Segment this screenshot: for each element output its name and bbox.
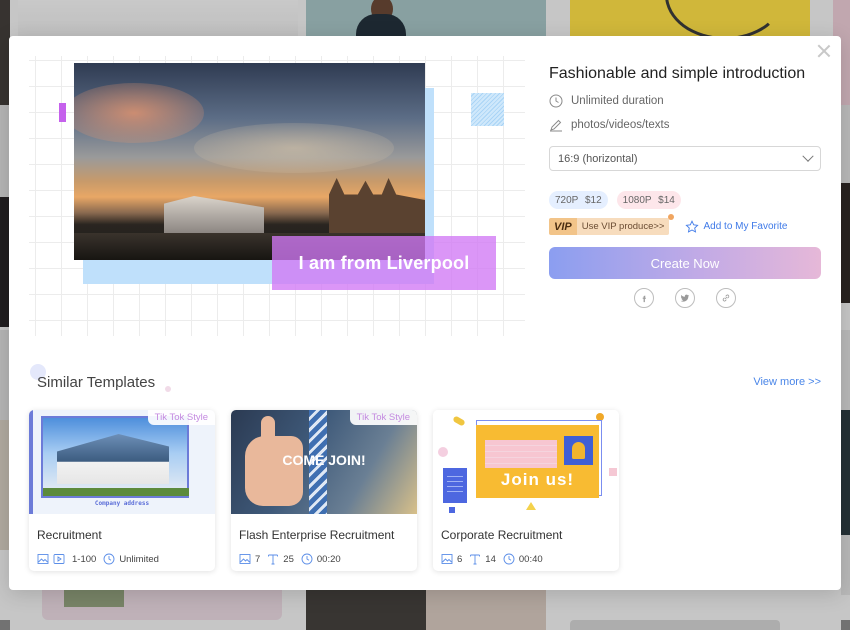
template-thumbnail: Company address Tik Tok Style <box>29 410 215 514</box>
template-preview[interactable]: I am from Liverpool <box>29 56 525 336</box>
thumbnail-text: Join us! <box>500 470 575 489</box>
preview-caption-box: I am from Liverpool <box>272 236 496 290</box>
aspect-ratio-value: 16:9 (horizontal) <box>558 152 638 165</box>
template-meta: 1-100 Unlimited <box>37 553 215 565</box>
chevron-down-icon <box>802 150 814 162</box>
template-meta-value: 00:40 <box>518 553 543 565</box>
style-tag: Tik Tok Style <box>147 410 215 425</box>
vip-produce-label: Use VIP produce>> <box>576 218 670 235</box>
star-icon <box>685 219 700 234</box>
template-meta-value: 1-100 <box>72 553 97 565</box>
image-icon <box>37 553 49 565</box>
similar-templates-heading: Similar Templates <box>37 374 156 391</box>
video-icon <box>53 553 65 565</box>
template-card[interactable]: Company address Tik Tok Style Recruitmen… <box>29 410 215 571</box>
decorative-dot <box>165 386 171 392</box>
template-meta: 6 14 00:40 <box>441 553 619 565</box>
template-detail-modal: I am from Liverpool Fashionable and simp… <box>9 36 841 590</box>
price-tag-720p[interactable]: 720P $12 <box>549 191 608 209</box>
template-title: Fashionable and simple introduction <box>549 65 806 82</box>
template-card[interactable]: COME JOIN! Tik Tok Style Flash Enterpris… <box>231 410 417 571</box>
twitter-icon[interactable] <box>675 288 695 308</box>
style-tag: Tik Tok Style <box>349 410 417 425</box>
template-card[interactable]: Join us! Corporate Recruitment 6 14 00:4… <box>433 410 619 571</box>
share-buttons <box>549 288 821 308</box>
content-type-text: photos/videos/texts <box>571 119 670 131</box>
text-icon <box>469 553 481 565</box>
similar-templates-list: Company address Tik Tok Style Recruitmen… <box>29 410 619 571</box>
image-icon <box>441 553 453 565</box>
template-name: Recruitment <box>37 528 102 542</box>
template-meta-value: 7 <box>255 553 261 565</box>
close-icon[interactable] <box>815 42 833 60</box>
add-to-favorite-button[interactable]: Add to My Favorite <box>685 219 788 234</box>
text-icon <box>267 553 279 565</box>
vip-dot-icon <box>668 214 675 220</box>
vip-produce-button[interactable]: VIP Use VIP produce>> <box>549 214 675 235</box>
template-meta-value: 25 <box>283 553 294 565</box>
vip-row: VIP Use VIP produce>> Add to My Favorite <box>549 214 821 235</box>
aspect-ratio-select[interactable]: 16:9 (horizontal) <box>549 146 821 171</box>
template-meta-value: 14 <box>485 553 496 565</box>
pencil-icon <box>549 118 563 132</box>
template-meta-value: Unlimited <box>119 553 159 565</box>
clock-icon <box>301 553 313 565</box>
template-meta: 7 25 00:20 <box>239 553 417 565</box>
image-icon <box>239 553 251 565</box>
template-meta-value: 6 <box>457 553 463 565</box>
clock-icon <box>503 553 515 565</box>
price-tag-1080p[interactable]: 1080P $14 <box>616 191 681 209</box>
template-name: Corporate Recruitment <box>441 528 563 542</box>
decorative-pattern-square <box>471 93 504 126</box>
duration-text: Unlimited duration <box>571 95 664 107</box>
create-now-button[interactable]: Create Now <box>549 247 821 279</box>
thumbnail-text: Company address <box>94 500 150 507</box>
template-name: Flash Enterprise Recruitment <box>239 528 395 542</box>
thumbnail-text: COME JOIN! <box>282 452 366 468</box>
preview-caption: I am from Liverpool <box>298 252 470 273</box>
template-info: Fashionable and simple introduction Unli… <box>549 64 821 308</box>
facebook-icon[interactable] <box>634 288 654 308</box>
template-thumbnail: COME JOIN! Tik Tok Style <box>231 410 417 514</box>
add-to-favorite-label: Add to My Favorite <box>703 221 788 232</box>
clock-icon <box>549 94 563 108</box>
preview-photo <box>74 63 425 260</box>
content-type-row: photos/videos/texts <box>549 118 821 132</box>
template-thumbnail: Join us! <box>433 410 619 514</box>
template-meta-value: 00:20 <box>316 553 341 565</box>
clock-icon <box>103 553 115 565</box>
vip-badge: VIP <box>549 218 577 235</box>
resolution-price-tags: 720P $12 1080P $14 <box>549 191 821 209</box>
decorative-purple-bar <box>59 103 66 122</box>
view-more-link[interactable]: View more >> <box>753 376 821 388</box>
link-icon[interactable] <box>716 288 736 308</box>
duration-row: Unlimited duration <box>549 94 821 108</box>
